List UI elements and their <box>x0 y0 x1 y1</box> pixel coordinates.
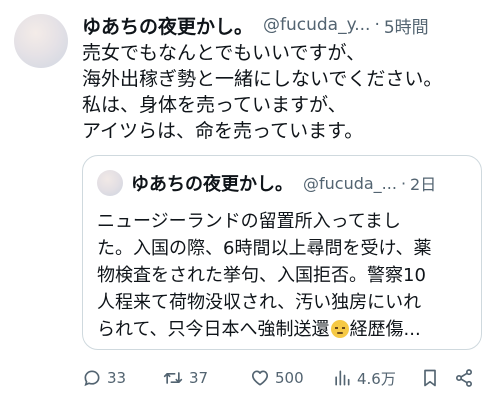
separator-dot: · <box>374 15 380 35</box>
retweet-icon <box>163 372 183 384</box>
quoted-line: 物検査をされた挙句、入国拒否。警察10 <box>97 265 426 286</box>
eye-roll-emoji-icon <box>330 320 349 338</box>
tweet-line: 私は、身体を売っていますが、 <box>82 94 347 116</box>
quoted-author-name: ゆあちの夜更かし。 <box>131 174 293 195</box>
quoted-timestamp: 2日 <box>410 175 437 194</box>
views-count: 4.6万 <box>357 369 396 388</box>
share-icon <box>456 369 472 387</box>
quoted-tweet[interactable]: ゆあちの夜更かし。 @fucuda_... · 2日 ニュージーランドの留置所入… <box>82 155 482 350</box>
quoted-tweet-text: ニュージーランドの留置所入ってまし た。入国の際、6時間以上尋問を受け、薬 物検… <box>97 208 469 343</box>
tweet-line: 海外出稼ぎ勢と一緒にしないでください。 <box>82 68 443 90</box>
separator-dot: · <box>400 173 407 193</box>
like-button[interactable]: 500 <box>250 368 304 388</box>
tweet-line: 売女でもなんとでもいいですが、 <box>82 42 366 64</box>
quoted-author-handle: @fucuda_... <box>303 173 397 193</box>
bar-chart-icon <box>335 370 350 386</box>
like-count: 500 <box>275 369 304 387</box>
tweet: ゆあちの夜更かし。 @fucuda_y... · 5時間 売女でもなんとでもいい… <box>82 12 490 144</box>
bookmark-button[interactable] <box>420 368 440 388</box>
reply-button[interactable]: 33 <box>82 368 126 388</box>
action-bar: 33 37 500 4.6万 <box>82 366 482 390</box>
avatar[interactable] <box>14 14 68 68</box>
quoted-avatar <box>97 170 123 196</box>
quoted-line: 人程来て荷物没収され、汚い独房にいれ <box>97 292 422 313</box>
heart-icon <box>251 370 269 386</box>
reply-count: 33 <box>107 369 127 387</box>
author-handle[interactable]: @fucuda_y... <box>263 15 370 35</box>
author-name[interactable]: ゆあちの夜更かし。 <box>82 12 253 39</box>
quoted-line: た。入国の際、6時間以上尋問を受け、薬 <box>97 238 432 259</box>
quoted-line-part: 経歴傷... <box>349 319 421 340</box>
tweet-line: アイツらは、命を売っています。 <box>82 120 364 142</box>
retweet-count: 37 <box>189 369 209 387</box>
tweet-text: 売女でもなんとでもいいですが、 海外出稼ぎ勢と一緒にしないでください。 私は、身… <box>82 40 490 144</box>
quoted-tweet-header: ゆあちの夜更かし。 @fucuda_... · 2日 <box>97 170 436 196</box>
retweet-button[interactable]: 37 <box>162 368 208 388</box>
tweet-timestamp[interactable]: 5時間 <box>384 13 429 38</box>
quoted-line: られて、只今日本へ強制送還 経歴傷... <box>97 316 469 343</box>
share-button[interactable] <box>454 368 474 388</box>
quoted-line-part: られて、只今日本へ強制送還 <box>97 319 330 340</box>
tweet-header: ゆあちの夜更かし。 @fucuda_y... · 5時間 <box>82 12 490 38</box>
speech-bubble-icon <box>84 370 100 387</box>
bookmark-icon <box>424 369 436 387</box>
views-button[interactable]: 4.6万 <box>332 368 396 389</box>
quoted-line: ニュージーランドの留置所入ってまし <box>97 211 401 232</box>
